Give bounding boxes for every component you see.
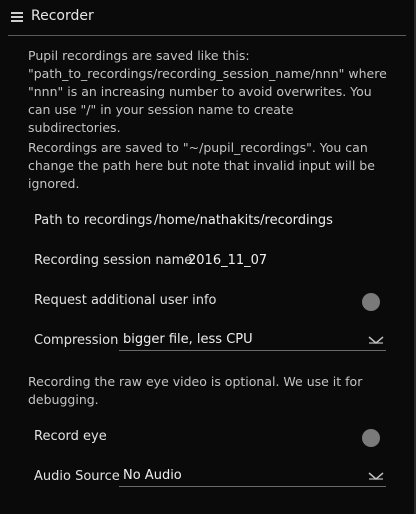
chevron-down-icon	[368, 472, 384, 480]
record-eye-label: Record eye	[34, 429, 107, 444]
request-user-info-toggle[interactable]	[362, 293, 380, 311]
path-to-recordings-input[interactable]: /home/nathakits/recordings	[154, 213, 333, 228]
hamburger-icon[interactable]	[11, 11, 23, 23]
path-to-recordings-label: Path to recordings	[34, 213, 153, 228]
panel-title: Recorder	[31, 8, 94, 24]
recorder-panel: Recorder Pupil recordings are saved like…	[0, 0, 416, 514]
audio-source-label: Audio Source	[34, 469, 120, 484]
compression-select[interactable]: bigger file, less CPU	[119, 331, 386, 351]
eye-video-info: Recording the raw eye video is optional.…	[28, 374, 363, 407]
audio-source-select[interactable]: No Audio	[119, 467, 386, 487]
session-name-input[interactable]: 2016_11_07	[188, 253, 267, 268]
compression-selected-value: bigger file, less CPU	[123, 332, 253, 347]
audio-source-selected-value: No Audio	[123, 468, 182, 483]
session-name-label: Recording session name	[34, 253, 193, 268]
request-user-info-label: Request additional user info	[34, 293, 217, 308]
record-eye-toggle[interactable]	[362, 429, 380, 447]
header-divider	[8, 35, 406, 36]
audio-source-select-underline	[119, 486, 386, 487]
recordings-path-info: Recordings are saved to "~/pupil_recordi…	[28, 140, 375, 191]
compression-select-underline	[119, 350, 386, 351]
compression-label: Compression	[34, 333, 119, 348]
chevron-down-icon	[368, 336, 384, 344]
recordings-format-info: Pupil recordings are saved like this: "p…	[28, 48, 387, 135]
panel-header: Recorder	[0, 0, 414, 34]
